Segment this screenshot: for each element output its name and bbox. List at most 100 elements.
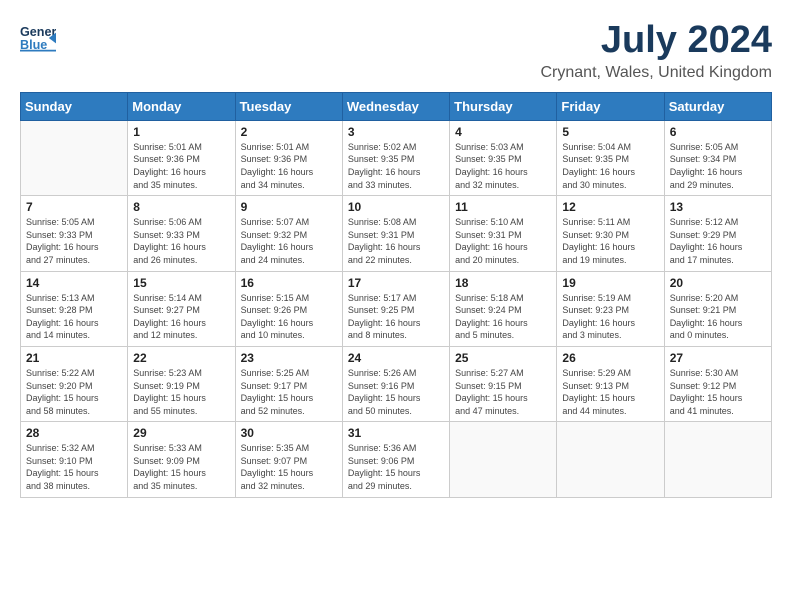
column-header-tuesday: Tuesday — [235, 92, 342, 120]
day-number: 11 — [455, 200, 551, 214]
day-info: Sunrise: 5:26 AM Sunset: 9:16 PM Dayligh… — [348, 367, 444, 417]
calendar-cell: 25 Sunrise: 5:27 AM Sunset: 9:15 PM Dayli… — [450, 346, 557, 421]
day-number: 9 — [241, 200, 337, 214]
calendar-cell: 7 Sunrise: 5:05 AM Sunset: 9:33 PM Daylig… — [21, 196, 128, 271]
day-number: 10 — [348, 200, 444, 214]
day-number: 3 — [348, 125, 444, 139]
location-subtitle: Crynant, Wales, United Kingdom — [540, 64, 772, 82]
day-number: 4 — [455, 125, 551, 139]
day-info: Sunrise: 5:25 AM Sunset: 9:17 PM Dayligh… — [241, 367, 337, 417]
column-header-wednesday: Wednesday — [342, 92, 449, 120]
calendar-cell: 2Sunrise: 5:01 AM Sunset: 9:36 PM Daylig… — [235, 120, 342, 195]
day-number: 24 — [348, 351, 444, 365]
logo: General Blue — [20, 20, 56, 56]
day-number: 17 — [348, 276, 444, 290]
day-info: Sunrise: 5:14 AM Sunset: 9:27 PM Dayligh… — [133, 292, 229, 342]
day-number: 23 — [241, 351, 337, 365]
day-number: 7 — [26, 200, 122, 214]
day-number: 19 — [562, 276, 658, 290]
week-row-1: 1 Sunrise: 5:01 AM Sunset: 9:36 PM Daylig… — [21, 120, 772, 195]
day-info: Sunrise: 5:27 AM Sunset: 9:15 PM Dayligh… — [455, 367, 551, 417]
day-info: Sunrise: 5:01 AM Sunset: 9:36 PM Dayligh… — [133, 141, 229, 191]
day-number: 28 — [26, 426, 122, 440]
calendar-cell: 13 Sunrise: 5:12 AM Sunset: 9:29 PM Dayli… — [664, 196, 771, 271]
calendar-cell: 18 Sunrise: 5:18 AM Sunset: 9:24 PM Dayli… — [450, 271, 557, 346]
calendar-cell: 28 Sunrise: 5:32 AM Sunset: 9:10 PM Dayli… — [21, 422, 128, 497]
day-number: 8 — [133, 200, 229, 214]
calendar-cell: 10 Sunrise: 5:08 AM Sunset: 9:31 PM Dayli… — [342, 196, 449, 271]
column-header-monday: Monday — [128, 92, 235, 120]
column-header-saturday: Saturday — [664, 92, 771, 120]
day-number: 25 — [455, 351, 551, 365]
calendar-cell: 5 Sunrise: 5:04 AM Sunset: 9:35 PM Daylig… — [557, 120, 664, 195]
calendar-cell: 8 Sunrise: 5:06 AM Sunset: 9:33 PM Daylig… — [128, 196, 235, 271]
calendar-cell — [664, 422, 771, 497]
day-info: Sunrise: 5:04 AM Sunset: 9:35 PM Dayligh… — [562, 141, 658, 191]
week-row-3: 14 Sunrise: 5:13 AM Sunset: 9:28 PM Dayli… — [21, 271, 772, 346]
day-info: Sunrise: 5:10 AM Sunset: 9:31 PM Dayligh… — [455, 216, 551, 266]
day-info: Sunrise: 5:18 AM Sunset: 9:24 PM Dayligh… — [455, 292, 551, 342]
column-header-friday: Friday — [557, 92, 664, 120]
week-row-5: 28 Sunrise: 5:32 AM Sunset: 9:10 PM Dayli… — [21, 422, 772, 497]
calendar-cell: 27 Sunrise: 5:30 AM Sunset: 9:12 PM Dayli… — [664, 346, 771, 421]
title-area: July 2024 Crynant, Wales, United Kingdom — [540, 20, 772, 82]
calendar-cell: 15Sunrise: 5:14 AM Sunset: 9:27 PM Dayli… — [128, 271, 235, 346]
page-header: General Blue July 2024 Crynant, Wales, U… — [20, 20, 772, 82]
calendar-cell: 23 Sunrise: 5:25 AM Sunset: 9:17 PM Dayli… — [235, 346, 342, 421]
day-number: 14 — [26, 276, 122, 290]
day-number: 31 — [348, 426, 444, 440]
day-info: Sunrise: 5:08 AM Sunset: 9:31 PM Dayligh… — [348, 216, 444, 266]
calendar-cell: 20Sunrise: 5:20 AM Sunset: 9:21 PM Dayli… — [664, 271, 771, 346]
day-number: 18 — [455, 276, 551, 290]
day-info: Sunrise: 5:11 AM Sunset: 9:30 PM Dayligh… — [562, 216, 658, 266]
calendar-cell — [450, 422, 557, 497]
day-info: Sunrise: 5:35 AM Sunset: 9:07 PM Dayligh… — [241, 442, 337, 492]
day-number: 26 — [562, 351, 658, 365]
calendar-cell: 22 Sunrise: 5:23 AM Sunset: 9:19 PM Dayli… — [128, 346, 235, 421]
column-header-thursday: Thursday — [450, 92, 557, 120]
day-number: 6 — [670, 125, 766, 139]
day-info: Sunrise: 5:23 AM Sunset: 9:19 PM Dayligh… — [133, 367, 229, 417]
calendar-cell: 9 Sunrise: 5:07 AM Sunset: 9:32 PM Daylig… — [235, 196, 342, 271]
day-info: Sunrise: 5:07 AM Sunset: 9:32 PM Dayligh… — [241, 216, 337, 266]
day-info: Sunrise: 5:17 AM Sunset: 9:25 PM Dayligh… — [348, 292, 444, 342]
day-info: Sunrise: 5:13 AM Sunset: 9:28 PM Dayligh… — [26, 292, 122, 342]
day-number: 2 — [241, 125, 337, 139]
day-info: Sunrise: 5:29 AM Sunset: 9:13 PM Dayligh… — [562, 367, 658, 417]
day-number: 27 — [670, 351, 766, 365]
calendar-cell: 31 Sunrise: 5:36 AM Sunset: 9:06 PM Dayli… — [342, 422, 449, 497]
day-number: 22 — [133, 351, 229, 365]
column-header-sunday: Sunday — [21, 92, 128, 120]
month-year-title: July 2024 — [540, 20, 772, 62]
day-info: Sunrise: 5:20 AM Sunset: 9:21 PM Dayligh… — [670, 292, 766, 342]
day-info: Sunrise: 5:19 AM Sunset: 9:23 PM Dayligh… — [562, 292, 658, 342]
day-info: Sunrise: 5:05 AM Sunset: 9:34 PM Dayligh… — [670, 141, 766, 191]
day-number: 5 — [562, 125, 658, 139]
calendar-cell: 4Sunrise: 5:03 AM Sunset: 9:35 PM Daylig… — [450, 120, 557, 195]
day-number: 16 — [241, 276, 337, 290]
calendar-cell: 29Sunrise: 5:33 AM Sunset: 9:09 PM Dayli… — [128, 422, 235, 497]
day-info: Sunrise: 5:32 AM Sunset: 9:10 PM Dayligh… — [26, 442, 122, 492]
day-info: Sunrise: 5:05 AM Sunset: 9:33 PM Dayligh… — [26, 216, 122, 266]
day-info: Sunrise: 5:12 AM Sunset: 9:29 PM Dayligh… — [670, 216, 766, 266]
calendar-cell: 21Sunrise: 5:22 AM Sunset: 9:20 PM Dayli… — [21, 346, 128, 421]
calendar-cell: 14 Sunrise: 5:13 AM Sunset: 9:28 PM Dayli… — [21, 271, 128, 346]
day-info: Sunrise: 5:06 AM Sunset: 9:33 PM Dayligh… — [133, 216, 229, 266]
day-info: Sunrise: 5:36 AM Sunset: 9:06 PM Dayligh… — [348, 442, 444, 492]
day-number: 21 — [26, 351, 122, 365]
week-row-2: 7 Sunrise: 5:05 AM Sunset: 9:33 PM Daylig… — [21, 196, 772, 271]
day-info: Sunrise: 5:15 AM Sunset: 9:26 PM Dayligh… — [241, 292, 337, 342]
calendar-cell — [557, 422, 664, 497]
day-info: Sunrise: 5:30 AM Sunset: 9:12 PM Dayligh… — [670, 367, 766, 417]
calendar-cell: 6 Sunrise: 5:05 AM Sunset: 9:34 PM Daylig… — [664, 120, 771, 195]
calendar-cell: 12 Sunrise: 5:11 AM Sunset: 9:30 PM Dayli… — [557, 196, 664, 271]
day-number: 1 — [133, 125, 229, 139]
day-number: 30 — [241, 426, 337, 440]
logo-icon: General Blue — [20, 20, 56, 56]
day-number: 12 — [562, 200, 658, 214]
calendar-cell: 30 Sunrise: 5:35 AM Sunset: 9:07 PM Dayli… — [235, 422, 342, 497]
calendar-cell: 3 Sunrise: 5:02 AM Sunset: 9:35 PM Daylig… — [342, 120, 449, 195]
day-number: 29 — [133, 426, 229, 440]
day-info: Sunrise: 5:02 AM Sunset: 9:35 PM Dayligh… — [348, 141, 444, 191]
day-number: 13 — [670, 200, 766, 214]
